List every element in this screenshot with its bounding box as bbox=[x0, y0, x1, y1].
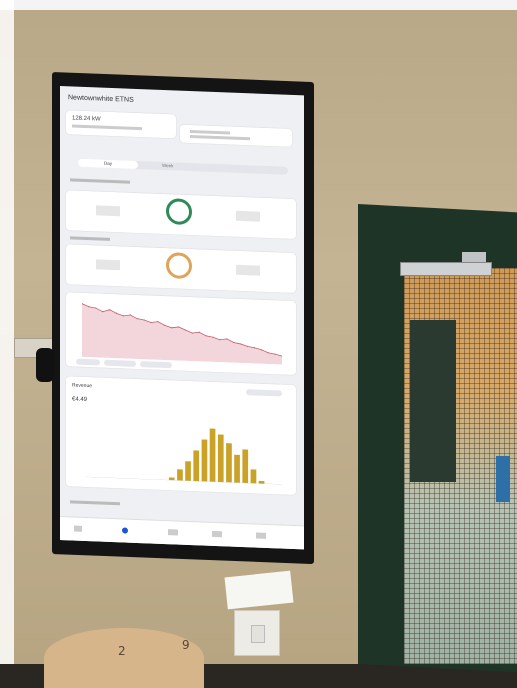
summary-card bbox=[180, 125, 292, 147]
power-line-chart bbox=[82, 301, 282, 365]
wall-clock: 2 9 bbox=[44, 628, 204, 688]
nav-item-5[interactable] bbox=[256, 533, 266, 539]
legend-pill-1[interactable] bbox=[76, 359, 100, 366]
revenue-bar bbox=[193, 450, 199, 481]
revenue-card: Revenue €4.49 bbox=[66, 376, 296, 495]
light-switch[interactable] bbox=[234, 610, 280, 656]
line-chart-card bbox=[66, 292, 296, 375]
door-interior-shadow bbox=[410, 320, 456, 482]
revenue-bar bbox=[210, 429, 216, 482]
wall-notice bbox=[225, 571, 294, 610]
energy-section-label bbox=[70, 178, 130, 183]
power-subtext bbox=[72, 124, 142, 130]
revenue-bar bbox=[169, 477, 175, 480]
generation-ring bbox=[166, 198, 192, 225]
nav-item-3[interactable] bbox=[168, 529, 178, 535]
revenue-bar bbox=[242, 449, 248, 483]
summary-line-2 bbox=[190, 135, 250, 140]
revenue-bar bbox=[185, 461, 191, 481]
dashboard-screen: Newtownwhite ETNS 128.24 kW Day Week Rev… bbox=[60, 86, 304, 549]
revenue-bar bbox=[218, 434, 224, 482]
consumption-card bbox=[66, 244, 296, 293]
revenue-bar bbox=[251, 469, 257, 483]
nav-item-4[interactable] bbox=[212, 531, 222, 537]
generation-left-stat bbox=[96, 205, 120, 216]
consumption-ring bbox=[166, 252, 192, 279]
door-hinge bbox=[462, 252, 486, 262]
revenue-bar bbox=[234, 455, 240, 483]
light-switch-rocker[interactable] bbox=[251, 625, 265, 643]
dashboard-title: Newtownwhite ETNS bbox=[68, 94, 134, 104]
legend-pill-3[interactable] bbox=[140, 361, 172, 368]
power-card: 128.24 kW bbox=[66, 110, 176, 138]
consumption-right-stat bbox=[236, 265, 260, 276]
revenue-bar bbox=[226, 443, 232, 482]
clock-number-2: 2 bbox=[118, 644, 126, 658]
revenue-title: Revenue bbox=[72, 382, 92, 389]
bottom-section-label bbox=[70, 500, 120, 505]
legend-pill-2[interactable] bbox=[104, 360, 136, 367]
revenue-bar bbox=[177, 469, 183, 480]
ceiling-edge bbox=[0, 0, 517, 10]
consumption-section-label bbox=[70, 236, 110, 241]
blue-sign bbox=[496, 456, 510, 502]
generation-card bbox=[66, 190, 296, 239]
revenue-bar bbox=[259, 481, 265, 484]
line-series-area bbox=[82, 304, 282, 365]
summary-line-1 bbox=[190, 130, 230, 135]
period-tabs: Day Week bbox=[78, 159, 288, 175]
tab-day[interactable]: Day bbox=[78, 159, 138, 169]
revenue-period-button[interactable] bbox=[246, 389, 282, 396]
power-value: 128.24 bbox=[72, 115, 90, 122]
generation-right-stat bbox=[236, 211, 260, 222]
door-closer bbox=[400, 262, 492, 276]
tv-mount-knob bbox=[36, 348, 54, 382]
revenue-bar bbox=[202, 439, 208, 481]
power-unit: kW bbox=[92, 116, 101, 122]
nav-item-1[interactable] bbox=[74, 526, 82, 532]
clock-number-9: 9 bbox=[182, 638, 190, 652]
tab-week[interactable]: Week bbox=[162, 162, 173, 170]
revenue-bar-chart bbox=[86, 417, 282, 485]
consumption-left-stat bbox=[96, 259, 120, 270]
nav-item-2-active[interactable] bbox=[122, 527, 128, 533]
window-light bbox=[0, 0, 14, 664]
revenue-value: €4.49 bbox=[72, 396, 87, 403]
